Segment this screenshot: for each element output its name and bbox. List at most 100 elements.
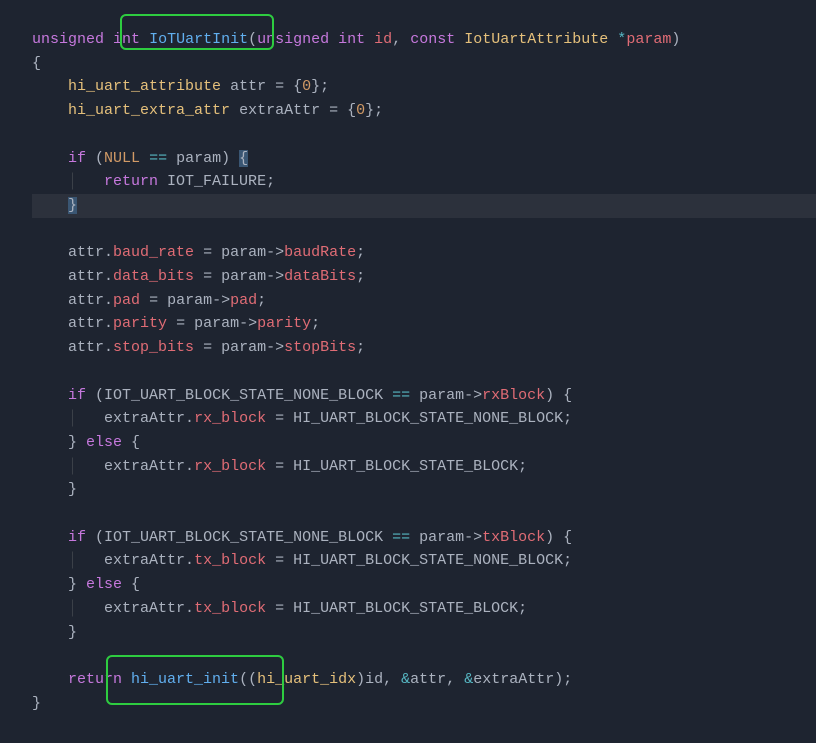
code-line: attr.pad = param->pad; xyxy=(32,289,816,313)
dot: . xyxy=(104,292,113,309)
code-line: } xyxy=(32,621,816,645)
property: data_bits xyxy=(113,268,194,285)
property: baudRate xyxy=(284,244,356,261)
operator: = xyxy=(320,102,347,119)
keyword: else xyxy=(86,576,122,593)
keyword: unsigned xyxy=(32,31,104,48)
keyword: int xyxy=(113,31,140,48)
keyword: else xyxy=(86,434,122,451)
property: parity xyxy=(113,315,167,332)
operator: = xyxy=(266,410,293,427)
property: baud_rate xyxy=(113,244,194,261)
number: 0 xyxy=(302,78,311,95)
type-name: IotUartAttribute xyxy=(464,31,608,48)
property: parity xyxy=(257,315,311,332)
comma: , xyxy=(446,671,464,688)
operator: = xyxy=(266,600,293,617)
code-line: } xyxy=(32,478,816,502)
variable: param xyxy=(176,150,221,167)
keyword: return xyxy=(68,671,122,688)
semicolon: ; xyxy=(356,244,365,261)
paren: ( xyxy=(86,387,104,404)
property: dataBits xyxy=(284,268,356,285)
brace: { xyxy=(347,102,356,119)
brace: } xyxy=(68,434,86,451)
code-line: } else { xyxy=(32,431,816,455)
property: rx_block xyxy=(194,458,266,475)
keyword: if xyxy=(68,529,86,546)
variable: param xyxy=(419,387,464,404)
comma: , xyxy=(383,671,401,688)
type-name: hi_uart_extra_attr xyxy=(68,102,230,119)
paren: ) xyxy=(221,150,239,167)
code-line: │ extraAttr.rx_block = HI_UART_BLOCK_STA… xyxy=(32,455,816,479)
indent-guide: │ xyxy=(68,410,104,427)
parameter: param xyxy=(626,31,671,48)
code-line: │ extraAttr.tx_block = HI_UART_BLOCK_STA… xyxy=(32,597,816,621)
variable: param xyxy=(221,339,266,356)
arrow: -> xyxy=(239,315,257,332)
semicolon: ; xyxy=(563,552,572,569)
semicolon: ; xyxy=(257,292,266,309)
constant: IOT_FAILURE xyxy=(158,173,266,190)
semicolon: ; xyxy=(266,173,275,190)
property: txBlock xyxy=(482,529,545,546)
code-line: │ extraAttr.rx_block = HI_UART_BLOCK_STA… xyxy=(32,407,816,431)
brace: { xyxy=(32,55,41,72)
property: rx_block xyxy=(194,410,266,427)
code-line xyxy=(32,123,816,147)
brace: { xyxy=(122,576,140,593)
variable: attr xyxy=(68,244,104,261)
property: stop_bits xyxy=(113,339,194,356)
property: pad xyxy=(230,292,257,309)
code-line: attr.baud_rate = param->baudRate; xyxy=(32,241,816,265)
variable: attr xyxy=(410,671,446,688)
code-editor[interactable]: unsigned int IoTUartInit(unsigned int id… xyxy=(0,0,816,743)
code-line xyxy=(32,644,816,668)
paren: ) { xyxy=(545,529,572,546)
arrow: -> xyxy=(266,339,284,356)
constant: IOT_UART_BLOCK_STATE_NONE_BLOCK xyxy=(104,529,383,546)
semicolon: ; xyxy=(320,78,329,95)
paren: (( xyxy=(239,671,257,688)
property: pad xyxy=(113,292,140,309)
dot: . xyxy=(185,552,194,569)
arrow: -> xyxy=(212,292,230,309)
arrow: -> xyxy=(266,244,284,261)
operator: = xyxy=(266,552,293,569)
code-line: if (IOT_UART_BLOCK_STATE_NONE_BLOCK == p… xyxy=(32,384,816,408)
type-name: hi_uart_attribute xyxy=(68,78,221,95)
code-line: │ extraAttr.tx_block = HI_UART_BLOCK_STA… xyxy=(32,549,816,573)
constant: HI_UART_BLOCK_STATE_NONE_BLOCK xyxy=(293,552,563,569)
brace: } xyxy=(68,481,77,498)
semicolon: ; xyxy=(311,315,320,332)
type-name: hi_uart_idx xyxy=(257,671,356,688)
operator: = xyxy=(266,78,293,95)
constant: HI_UART_BLOCK_STATE_BLOCK xyxy=(293,458,518,475)
operator: = xyxy=(194,339,221,356)
dot: . xyxy=(104,339,113,356)
operator: & xyxy=(464,671,473,688)
semicolon: ; xyxy=(563,410,572,427)
indent-guide: │ xyxy=(68,173,104,190)
variable: attr xyxy=(68,268,104,285)
variable: extraAttr xyxy=(239,102,320,119)
dot: . xyxy=(185,600,194,617)
brace: } xyxy=(311,78,320,95)
paren: ( xyxy=(248,31,257,48)
brace: { xyxy=(122,434,140,451)
variable: id xyxy=(365,671,383,688)
property: stopBits xyxy=(284,339,356,356)
code-line: } else { xyxy=(32,573,816,597)
code-line xyxy=(32,360,816,384)
brace: } xyxy=(68,624,77,641)
paren: ) { xyxy=(545,387,572,404)
operator: = xyxy=(140,292,167,309)
code-line: unsigned int IoTUartInit(unsigned int id… xyxy=(32,28,816,52)
operator: == xyxy=(383,529,419,546)
semicolon: ; xyxy=(563,671,572,688)
code-line: hi_uart_attribute attr = {0}; xyxy=(32,75,816,99)
code-line xyxy=(32,502,816,526)
dot: . xyxy=(104,268,113,285)
operator: = xyxy=(194,244,221,261)
